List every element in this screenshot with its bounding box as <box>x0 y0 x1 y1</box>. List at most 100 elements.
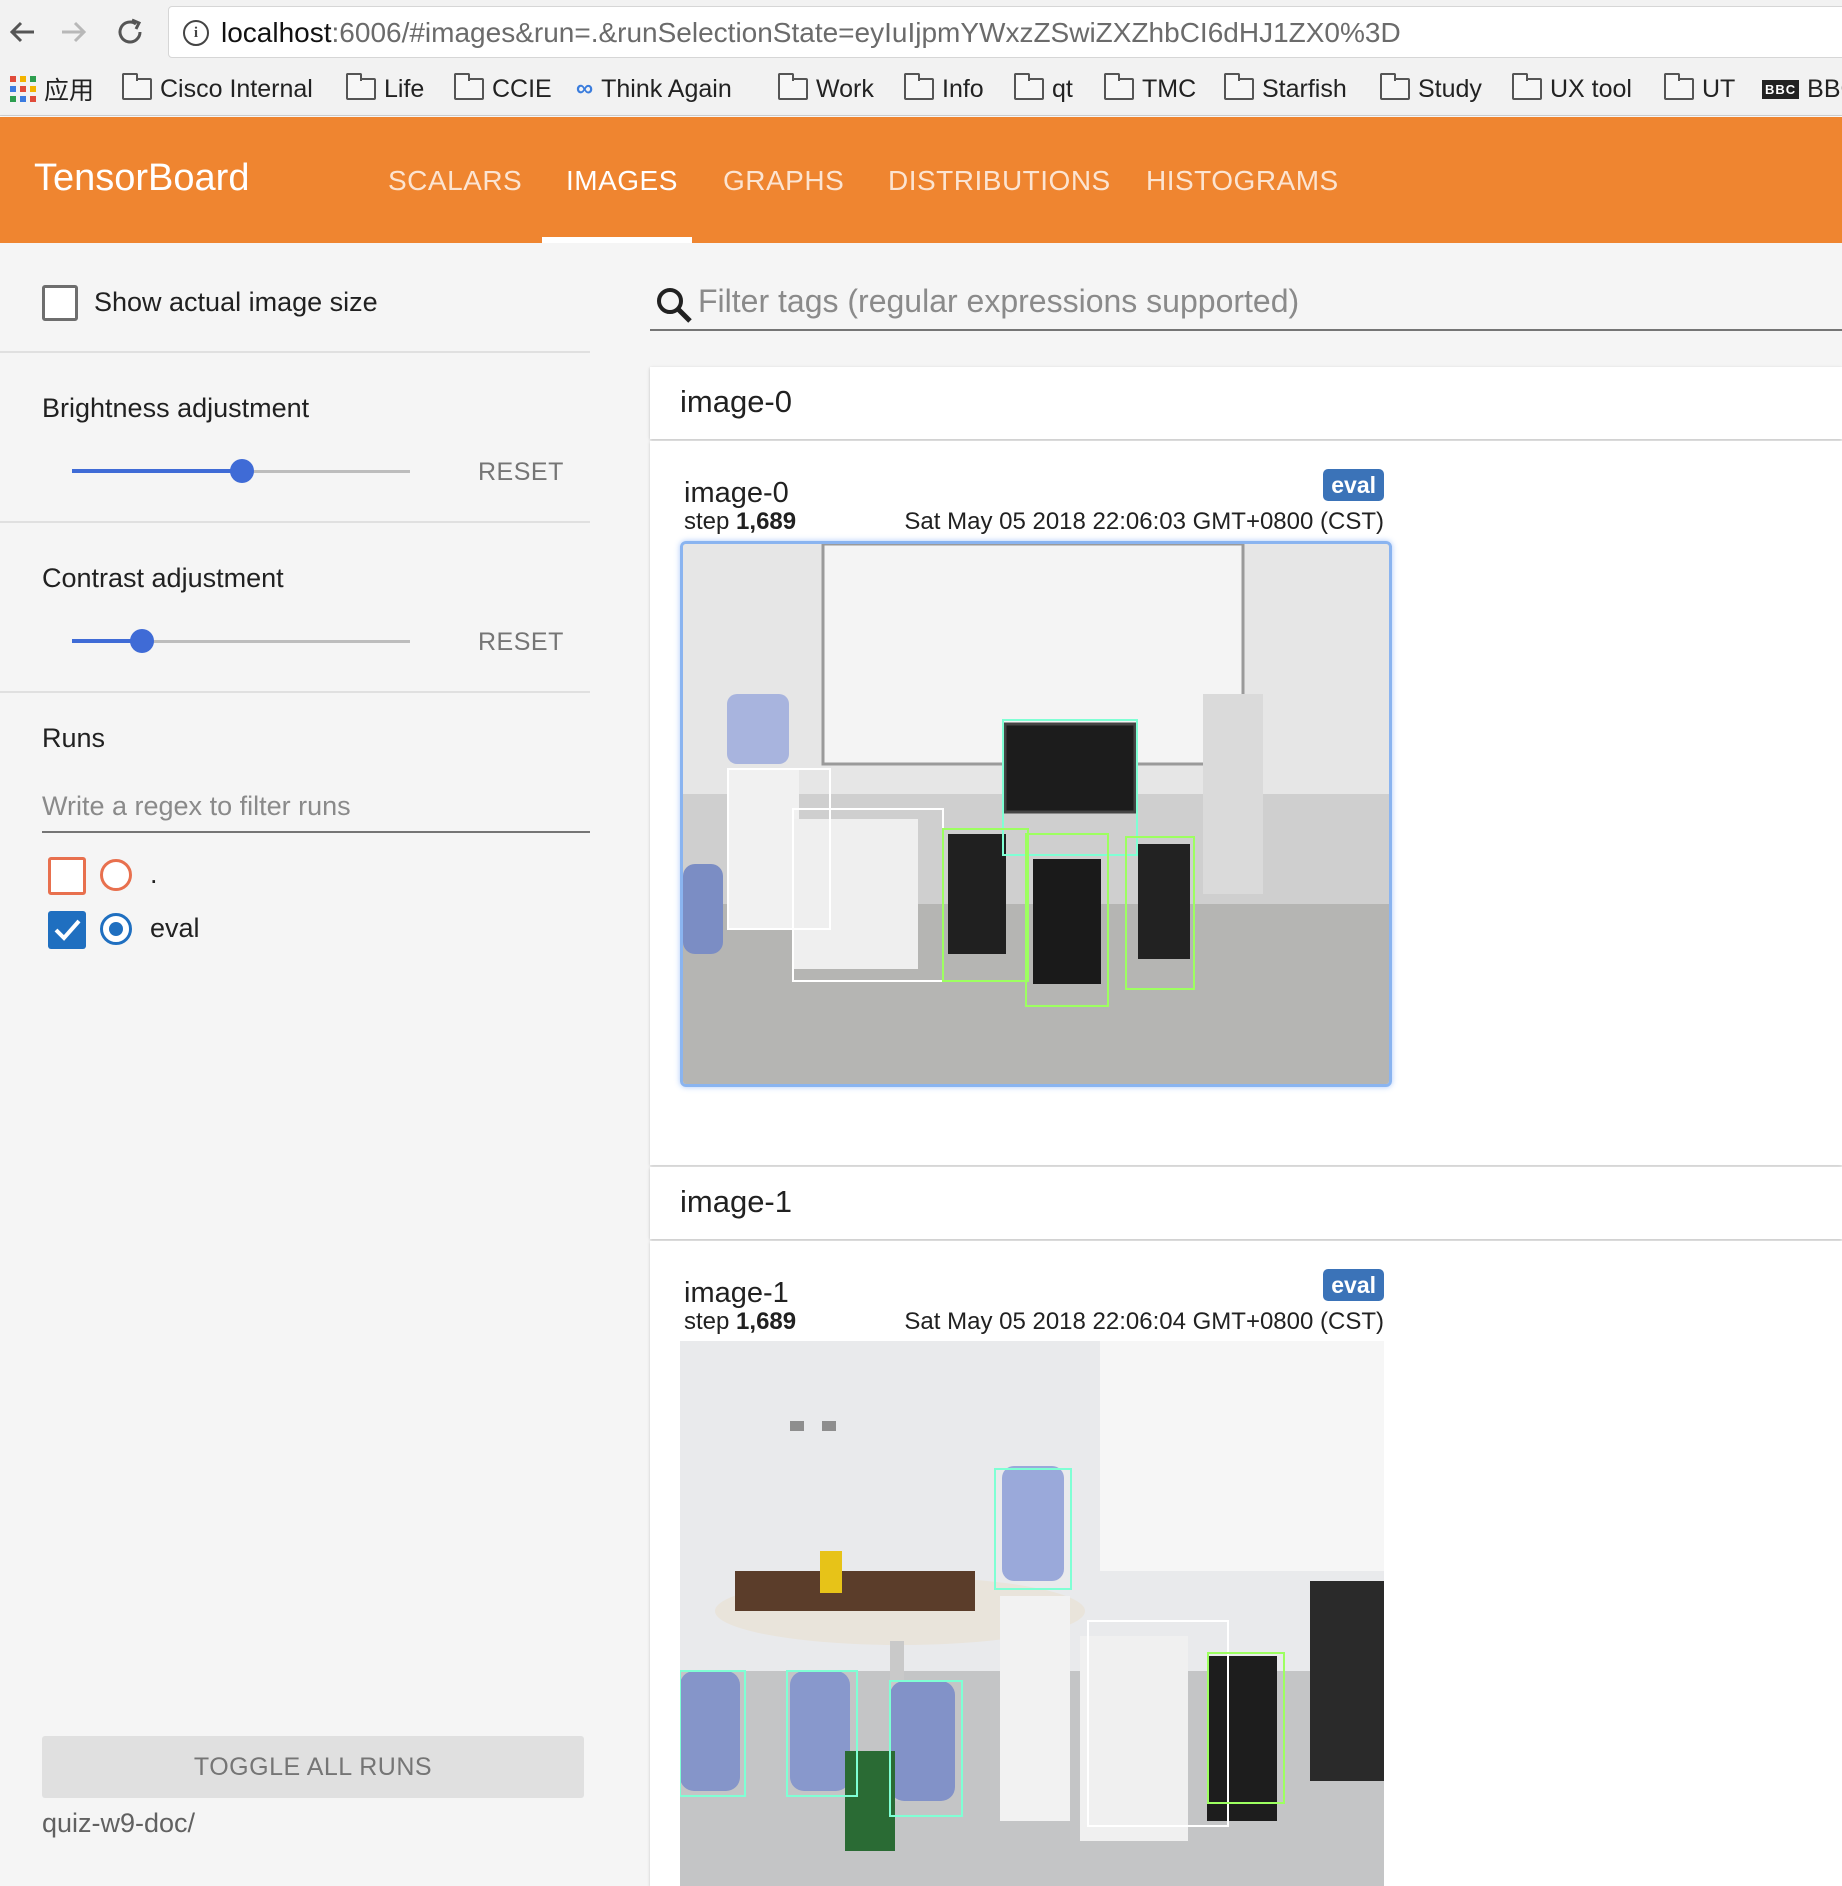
back-arrow-icon <box>9 21 34 43</box>
image-card: image-1 eval step 1,689 Sat May 05 2018 … <box>676 1269 1388 1886</box>
bookmark-qt[interactable]: qt <box>1014 73 1073 105</box>
run-name: . <box>150 859 158 889</box>
bookmark-ccie[interactable]: CCIE <box>454 73 552 105</box>
run-radio-button[interactable] <box>100 913 132 945</box>
bookmark-label: Starfish <box>1262 74 1347 103</box>
step-text: step <box>684 508 730 535</box>
bookmark-label: 应用 <box>44 77 95 105</box>
apps-grid-icon <box>10 76 36 102</box>
contrast-section: Contrast adjustment RESET <box>0 523 590 693</box>
bbc-icon: BBC <box>1762 79 1800 99</box>
run-badge: eval <box>1323 1269 1384 1301</box>
brightness-reset-button[interactable]: RESET <box>478 458 564 487</box>
bookmark-label: Cisco Internal <box>160 74 313 103</box>
bookmarks-bar: 应用 Cisco Internal Life CCIE ∞ Think Again… <box>0 64 1842 116</box>
run-badge: eval <box>1323 469 1384 501</box>
tab-graphs[interactable]: GRAPHS <box>723 165 844 197</box>
run-name: eval <box>150 913 200 943</box>
address-bar[interactable]: i localhost:6006/#images&run=.&runSelect… <box>168 6 1842 58</box>
app-header: TensorBoard SCALARS IMAGES GRAPHS DISTRI… <box>0 117 1842 243</box>
bookmark-life[interactable]: Life <box>346 73 424 105</box>
url-path: :6006/#images&run=.&runSelectionState=ey… <box>331 17 1401 48</box>
bookmark-tmc[interactable]: TMC <box>1104 73 1196 105</box>
bookmark-label: CCIE <box>492 74 552 103</box>
app-logo[interactable]: TensorBoard <box>34 157 249 200</box>
bookmark-apps[interactable]: 应用 <box>10 73 94 105</box>
tab-histograms[interactable]: HISTOGRAMS <box>1146 165 1339 197</box>
folder-icon <box>454 73 484 100</box>
image-card: image-0 eval step 1,689 Sat May 05 2018 … <box>676 469 1392 1123</box>
bookmark-label: Info <box>942 74 984 103</box>
contrast-reset-button[interactable]: RESET <box>478 628 564 657</box>
back-button[interactable] <box>0 8 44 56</box>
browser-toolbar: i localhost:6006/#images&run=.&runSelect… <box>0 0 1842 64</box>
tab-images[interactable]: IMAGES <box>566 165 678 197</box>
url-text: localhost:6006/#images&run=.&runSelectio… <box>221 18 1401 48</box>
tag-filter-underline <box>650 329 1842 331</box>
brightness-slider[interactable] <box>72 456 410 486</box>
runs-title: Runs <box>42 723 106 753</box>
reload-icon <box>118 18 142 44</box>
step-value: 1,689 <box>736 1308 797 1335</box>
show-actual-size-checkbox[interactable] <box>42 285 78 321</box>
sidebar: Show actual image size Brightness adjust… <box>0 243 590 1886</box>
run-checkbox[interactable] <box>48 911 86 949</box>
folder-icon <box>778 73 808 100</box>
checkmark-icon <box>54 919 81 941</box>
tag-group-pane: image-1 eval step 1,689 Sat May 05 2018 … <box>650 1241 1842 1886</box>
folder-icon <box>346 73 376 100</box>
bookmark-info[interactable]: Info <box>904 73 984 105</box>
run-radio-button[interactable] <box>100 859 132 891</box>
tag-group-title: image-0 <box>680 384 792 419</box>
show-actual-size-label: Show actual image size <box>94 287 378 317</box>
bookmark-cisco-internal[interactable]: Cisco Internal <box>122 73 313 105</box>
bookmark-ux-tool[interactable]: UX tool <box>1512 73 1632 105</box>
url-host: localhost <box>221 17 332 48</box>
image-card-title: image-0 <box>684 477 789 509</box>
main-panel: Filter tags (regular expressions support… <box>590 243 1842 1886</box>
show-actual-size-section: Show actual image size <box>0 243 590 353</box>
tag-filter-input[interactable]: Filter tags (regular expressions support… <box>698 283 1842 320</box>
tag-group-header[interactable]: image-1 <box>650 1167 1842 1239</box>
run-checkbox[interactable] <box>48 857 86 895</box>
forward-button[interactable] <box>52 8 96 56</box>
tab-distributions[interactable]: DISTRIBUTIONS <box>888 165 1111 197</box>
contrast-slider[interactable] <box>72 626 410 656</box>
bookmark-label: UX tool <box>1550 74 1632 103</box>
tag-group-pane: image-0 eval step 1,689 Sat May 05 2018 … <box>650 441 1842 1165</box>
reload-button[interactable] <box>108 8 152 56</box>
info-icon[interactable]: i <box>183 20 209 46</box>
folder-icon <box>122 73 152 100</box>
toggle-all-runs-button[interactable]: TOGGLE ALL RUNS <box>42 1736 584 1798</box>
tag-group-header[interactable]: image-0 <box>650 367 1842 439</box>
tag-group-title: image-1 <box>680 1184 792 1219</box>
folder-icon <box>1664 73 1694 100</box>
slider-fill <box>72 469 242 473</box>
timestamp: Sat May 05 2018 22:06:03 GMT+0800 (CST) <box>904 508 1384 535</box>
image-card-title: image-1 <box>684 1277 789 1309</box>
tab-scalars[interactable]: SCALARS <box>388 165 522 197</box>
detection-image-1 <box>680 1341 1384 1886</box>
forward-arrow-icon <box>62 21 87 43</box>
step-value: 1,689 <box>736 508 797 535</box>
detection-image-0 <box>683 544 1389 1084</box>
brightness-section: Brightness adjustment RESET <box>0 353 590 523</box>
folder-icon <box>1512 73 1542 100</box>
logdir-label: quiz-w9-doc/ <box>42 1808 196 1838</box>
image-frame[interactable] <box>680 1341 1384 1886</box>
bookmark-ut[interactable]: UT <box>1664 73 1735 105</box>
folder-icon <box>1104 73 1134 100</box>
bookmark-work[interactable]: Work <box>778 73 874 105</box>
bookmark-bbc[interactable]: BBC BBC <box>1762 73 1842 105</box>
image-frame[interactable] <box>680 541 1392 1087</box>
folder-icon <box>1014 73 1044 100</box>
folder-icon <box>1380 73 1410 100</box>
bookmark-study[interactable]: Study <box>1380 73 1482 105</box>
runs-filter-input[interactable]: Write a regex to filter runs <box>42 783 590 833</box>
slider-knob[interactable] <box>230 459 254 483</box>
slider-knob[interactable] <box>130 629 154 653</box>
radio-dot-icon <box>109 922 123 936</box>
bookmark-think-again[interactable]: ∞ Think Again <box>576 73 732 105</box>
bookmark-label: Think Again <box>601 74 732 103</box>
bookmark-starfish[interactable]: Starfish <box>1224 73 1347 105</box>
